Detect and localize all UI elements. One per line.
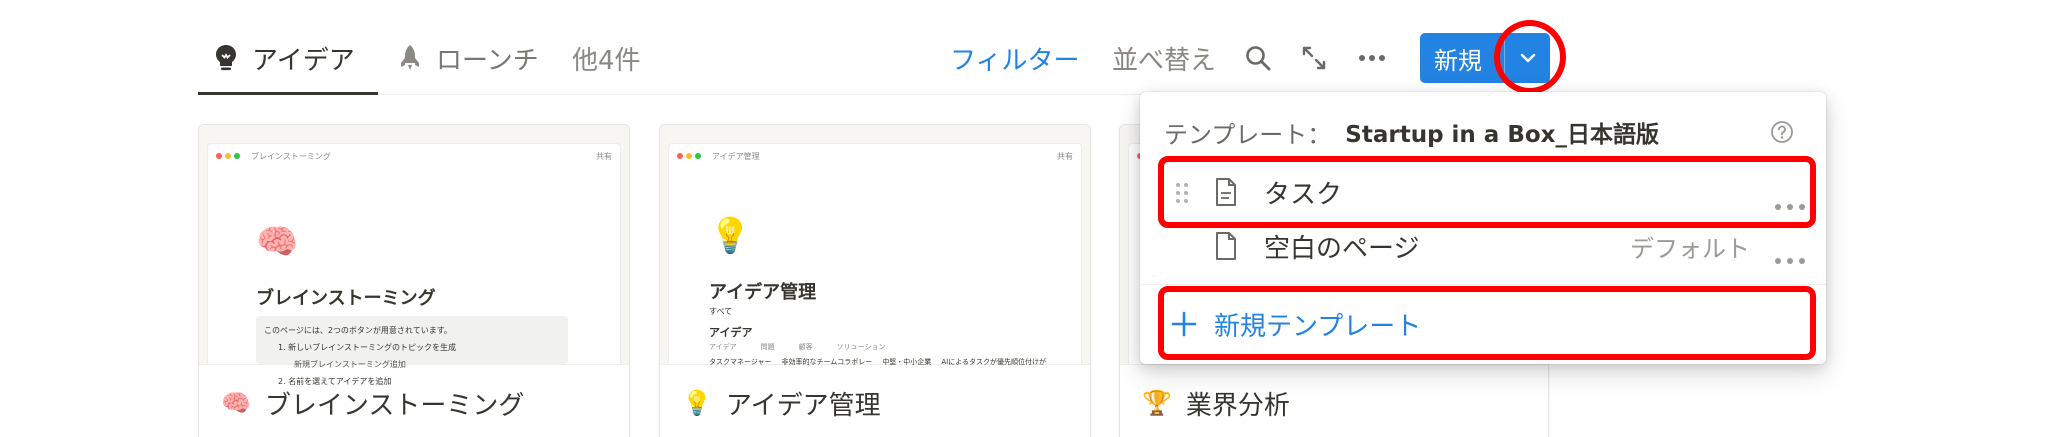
mini-callout: このページには、2つのボタンが用意されています。 1. 新しいブレインストーミン… — [256, 316, 568, 386]
search-button[interactable] — [1240, 40, 1276, 76]
lightbulb-icon — [212, 44, 240, 72]
lightbulb-icon: 💡 — [709, 216, 752, 256]
annotation-box-task — [1158, 156, 1816, 228]
gallery-card-brainstorming[interactable]: ブレインストーミング 共有 🧠 ブレインストーミング このページには、2つのボタ… — [198, 124, 630, 437]
mini-cell-customer: 中堅・中小企業 — [882, 358, 932, 366]
menu-divider — [1140, 284, 1826, 285]
more-options-button[interactable] — [1354, 40, 1390, 76]
mini-col-problem: 問題 — [760, 343, 775, 351]
tab-launch-label: ローンチ — [436, 45, 539, 76]
card-title-text: 業界分析 — [1185, 390, 1290, 421]
mini-cell-solution: AIによるタスクが優先順位付けが — [941, 358, 1046, 366]
search-icon — [1246, 46, 1271, 71]
card-title: 🧠 ブレインストーミング — [221, 383, 524, 423]
template-menu-prefix: テンプレート： — [1164, 120, 1332, 149]
mini-section-title: アイデア — [709, 326, 753, 339]
mini-page-preview: ブレインストーミング 共有 🧠 ブレインストーミング このページには、2つのボタ… — [207, 143, 621, 386]
trophy-icon: 🏆 — [1142, 389, 1172, 417]
card-title-text: アイデア管理 — [725, 390, 881, 421]
card-title: 💡 アイデア管理 — [682, 383, 881, 423]
new-button[interactable]: 新規 — [1420, 41, 1504, 76]
tab-idea[interactable]: アイデア — [212, 36, 355, 80]
mini-table-header: アイデア 問題 顧客 ソリューション — [709, 342, 1071, 352]
help-circle-icon — [1771, 121, 1793, 143]
tab-more-label: 他4件 — [572, 45, 641, 76]
mini-page-preview: アイデア管理 共有 💡 アイデア管理 すべて アイデア アイデア 問題 顧客 ソ… — [668, 143, 1082, 367]
expand-arrows-icon — [1302, 46, 1326, 70]
mini-heading: ブレインストーミング — [256, 288, 436, 309]
annotation-box-new-template — [1158, 286, 1816, 360]
lightbulb-icon: 💡 — [682, 389, 712, 417]
mini-col-customer: 顧客 — [798, 343, 813, 351]
mini-breadcrumb: アイデア管理 — [712, 151, 760, 161]
brain-icon: 🧠 — [221, 389, 251, 417]
rocket-icon — [396, 44, 424, 72]
sort-button[interactable]: 並べ替え — [1112, 36, 1216, 80]
mini-callout-text: このページには、2つのボタンが用意されています。 — [264, 326, 452, 335]
card-preview: ブレインストーミング 共有 🧠 ブレインストーミング このページには、2つのボタ… — [199, 125, 629, 386]
mini-table-row: タスクマネージャー 非効率的なチームコラボレー 中堅・中小企業 AIによるタスク… — [709, 357, 1071, 367]
tab-more-views[interactable]: 他4件 — [572, 36, 641, 80]
mini-breadcrumb: ブレインストーミング — [251, 151, 331, 161]
mini-share-label: 共有 — [596, 151, 612, 161]
annotation-circle — [1494, 20, 1566, 94]
more-dots-icon — [1359, 55, 1385, 61]
template-item-label: 空白のページ — [1264, 233, 1420, 264]
tab-launch[interactable]: ローンチ — [396, 36, 539, 80]
gallery-card-idea-management[interactable]: アイデア管理 共有 💡 アイデア管理 すべて アイデア アイデア 問題 顧客 ソ… — [659, 124, 1091, 437]
mini-window-bar: ブレインストーミング 共有 — [216, 150, 612, 162]
mini-cell-problem: 非効率的なチームコラボレー — [781, 358, 873, 366]
template-item-blank-page[interactable]: 空白のページ デフォルト — [1140, 222, 1826, 270]
mini-step-1-button: 新規ブレインストーミング追加 — [294, 360, 406, 369]
mini-col-idea: アイデア — [709, 343, 737, 351]
brain-icon: 🧠 — [256, 222, 299, 262]
card-preview: アイデア管理 共有 💡 アイデア管理 すべて アイデア アイデア 問題 顧客 ソ… — [660, 125, 1090, 367]
help-button[interactable] — [1770, 120, 1794, 144]
active-tab-indicator — [198, 92, 378, 95]
mini-view-label: すべて — [709, 307, 733, 316]
mini-share-label: 共有 — [1057, 151, 1073, 161]
page-icon — [1214, 231, 1238, 261]
mini-cell-name: タスクマネージャー — [709, 358, 772, 366]
template-menu-header: テンプレート： Startup in a Box_日本語版 — [1164, 112, 1659, 152]
mini-window-bar: アイデア管理 共有 — [677, 150, 1073, 162]
more-dots-icon[interactable] — [1774, 242, 1806, 264]
tab-idea-label: アイデア — [252, 45, 355, 76]
card-title: 🏆 業界分析 — [1142, 383, 1290, 423]
filter-button[interactable]: フィルター — [950, 36, 1079, 80]
mini-step-1: 1. 新しいブレインストーミングのトピックを生成 — [278, 343, 457, 352]
mini-heading: アイデア管理 — [709, 282, 817, 303]
mini-col-solution: ソリューション — [836, 343, 886, 351]
default-badge: デフォルト — [1630, 234, 1750, 263]
template-source-name: Startup in a Box_日本語版 — [1345, 122, 1660, 148]
card-title-text: ブレインストーミング — [264, 390, 525, 421]
open-full-page-button[interactable] — [1296, 40, 1332, 76]
